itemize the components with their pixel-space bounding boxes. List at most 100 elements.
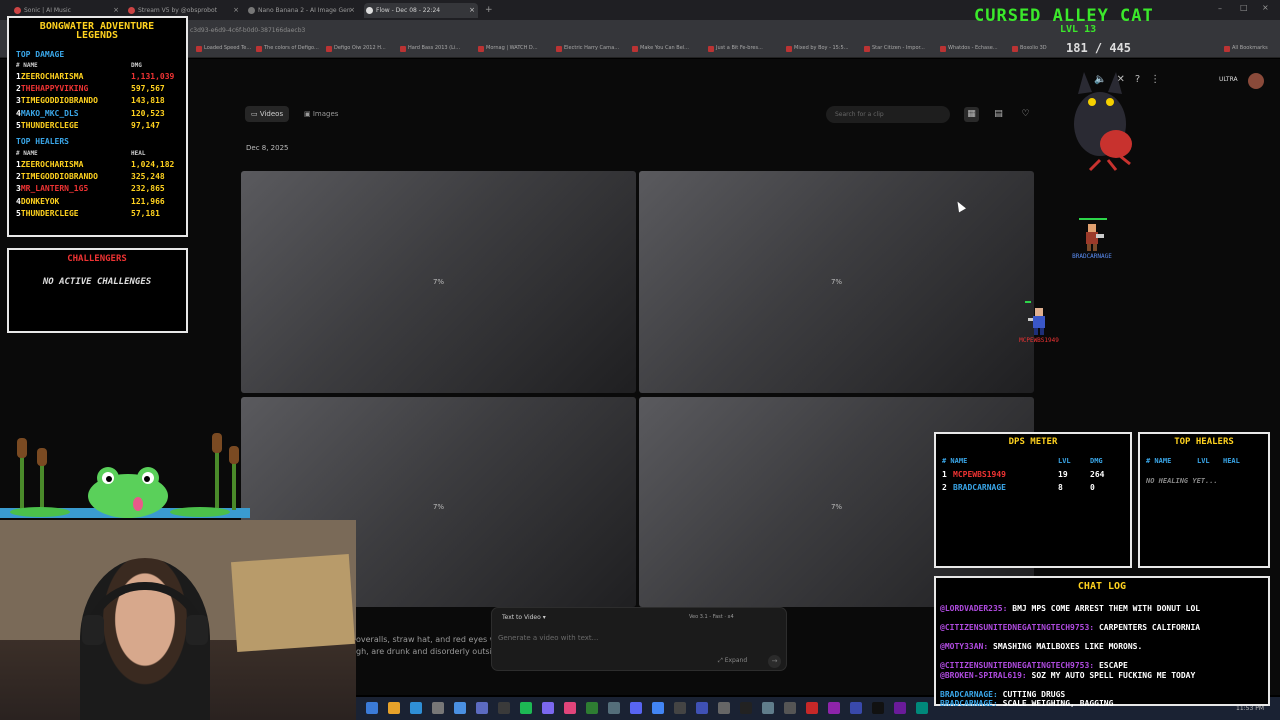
dps-meter-panel (934, 432, 1132, 568)
close-icon[interactable]: × (233, 3, 239, 18)
maximize-icon[interactable]: □ (1240, 3, 1248, 12)
taskbar-app-icon[interactable] (432, 702, 444, 714)
avatar[interactable] (1248, 73, 1264, 89)
taskbar-app-icon[interactable] (872, 702, 884, 714)
taskbar-app-icon[interactable] (718, 702, 730, 714)
expand-button[interactable]: ⤢ Expand (718, 657, 747, 665)
bookmark-item[interactable]: Electric Harry Carna... (556, 45, 619, 52)
taskbar-app-icon[interactable] (564, 702, 576, 714)
taskbar-app-icon[interactable] (410, 702, 422, 714)
column-header: # NAME (16, 62, 38, 69)
taskbar-app-icon[interactable] (476, 702, 488, 714)
dps-cell-name: MCPEWBS1949 (953, 470, 1006, 479)
leaderboard-row: 1ZEEROCHARISMA (16, 72, 84, 81)
bookmark-item[interactable]: Star Citizen - Impor... (864, 45, 925, 52)
chevron-down-icon: ▾ (542, 614, 546, 621)
column-header: DMG (131, 62, 142, 69)
progress-label: 7% (432, 278, 445, 286)
leaderboard-value: 143,818 (131, 96, 165, 106)
bookmark-item[interactable]: Mornag | WATCH D... (478, 45, 538, 52)
progress-label: 7% (432, 503, 445, 511)
bookmark-item[interactable]: Make You Can Bel... (632, 45, 689, 52)
taskbar-app-icon[interactable] (542, 702, 554, 714)
leaderboard-row: 3TIMEGODDIOBRANDO (16, 96, 98, 106)
new-tab-button[interactable]: + (482, 3, 496, 18)
taskbar-app-icon[interactable] (498, 702, 510, 714)
dps-cell-lvl: 8 (1058, 483, 1063, 492)
prompt-text: overalls, straw hat, and red eyes with g… (356, 635, 509, 656)
taskbar-app-icon[interactable] (696, 702, 708, 714)
url-field[interactable]: c3d93-e6d9-4c6f-b0d0-387166daecb3 (190, 24, 950, 38)
bookmark-item[interactable]: Whatdos - Echase... (940, 45, 998, 52)
challengers-title: CHALLENGERS (67, 254, 127, 264)
leaderboard-value: 232,865 (131, 184, 165, 194)
taskbar-app-icon[interactable] (652, 702, 664, 714)
more-icon[interactable]: ⋮ (1150, 74, 1160, 85)
column-header: HEAL (1223, 457, 1240, 465)
favorites-icon[interactable]: ♡ (1018, 107, 1033, 122)
taskbar-app-icon[interactable] (366, 702, 378, 714)
player-hp-bar (1025, 301, 1031, 303)
taskbar-app-icon[interactable] (806, 702, 818, 714)
progress-label: 7% (830, 278, 843, 286)
column-header: LVL (1058, 457, 1071, 465)
model-selector[interactable]: Veo 3.1 - Fast · x4 (689, 614, 734, 620)
dps-cell-dmg: 0 (1090, 483, 1095, 492)
chat-message: @BROKEN-SPIRAL619: SOZ MY AUTO SPELL FUC… (940, 670, 1196, 680)
bookmark-item[interactable]: Boxolio 3D (1012, 45, 1047, 52)
close-icon[interactable]: × (469, 3, 475, 18)
dps-cell-rank: 1 (942, 470, 947, 479)
empty-state: NO HEALING YET... (1146, 477, 1218, 485)
bookmark-item[interactable]: Mixed by Boy - 15:5... (786, 45, 849, 52)
video-tile[interactable]: 7% (241, 171, 636, 393)
grid-view-icon[interactable]: ▦ (964, 107, 979, 122)
taskbar-app-icon[interactable] (520, 702, 532, 714)
taskbar-app-icon[interactable] (762, 702, 774, 714)
bookmark-item[interactable]: Loaded Speed Te... (196, 45, 251, 52)
image-icon: ▣ (304, 110, 313, 118)
bookmark-item[interactable]: Defigo Oiw 2012 H... (326, 45, 386, 52)
bookmark-item[interactable]: Hard Bass 2013 (Li... (400, 45, 460, 52)
tab-images[interactable]: ▣ Images (298, 106, 344, 122)
column-header: DMG (1090, 457, 1103, 465)
taskbar-app-icon[interactable] (388, 702, 400, 714)
wall-poster (231, 553, 355, 653)
taskbar-app-icon[interactable] (916, 702, 928, 714)
tab-favicon-icon (366, 7, 373, 14)
leaderboard-row: 5THUNDERCLEGE (16, 208, 79, 218)
tab-videos[interactable]: ▭ Videos (245, 106, 290, 122)
chat-log-title: CHAT LOG (1077, 581, 1127, 592)
bookmark-item[interactable]: The colors of Defigo... (256, 45, 319, 52)
taskbar-app-icon[interactable] (740, 702, 752, 714)
search-clip-input[interactable]: Search for a clip (826, 106, 950, 123)
chat-message: @CITIZENSUNITEDNEGATINGTECH9753: ESCAPE (940, 661, 1128, 670)
taskbar-app-icon[interactable] (828, 702, 840, 714)
taskbar-app-icon[interactable] (586, 702, 598, 714)
taskbar-app-icon[interactable] (850, 702, 862, 714)
top-healers-panel (1138, 432, 1270, 568)
chat-message: @MOTY33AN: SMASHING MAILBOXES LIKE MORON… (940, 642, 1143, 651)
column-header: HEAL (131, 150, 146, 157)
prompt-input[interactable]: Generate a video with text... (498, 634, 598, 642)
taskbar-app-icon[interactable] (784, 702, 796, 714)
browser-tab[interactable]: Nano Banana 2 - AI Image Gen × (246, 3, 358, 18)
video-tile[interactable]: 7% (639, 171, 1034, 393)
plan-badge: ULTRA (1219, 76, 1238, 83)
browser-tab-active[interactable]: Flow - Dec 08 - 22:24 × (364, 3, 478, 18)
taskbar-app-icon[interactable] (454, 702, 466, 714)
taskbar-app-icon[interactable] (608, 702, 620, 714)
all-bookmarks[interactable]: All Bookmarks (1224, 45, 1268, 52)
taskbar-app-icon[interactable] (630, 702, 642, 714)
mode-dropdown[interactable]: Text to Video ▾ (502, 614, 546, 621)
window-close-icon[interactable]: × (1262, 3, 1269, 12)
minimize-icon[interactable]: – (1218, 4, 1222, 13)
taskbar-app-icon[interactable] (894, 702, 906, 714)
player-hp-bar (1079, 218, 1107, 220)
close-icon[interactable]: × (349, 3, 355, 18)
bookmark-item[interactable]: Just a Bit Fe-bres... (708, 45, 763, 52)
top-healers-title: TOP HEALERS (16, 137, 69, 146)
send-button[interactable]: → (768, 655, 781, 668)
taskbar-app-icon[interactable] (674, 702, 686, 714)
list-view-icon[interactable]: ▤ (991, 107, 1006, 122)
boss-hp: 181 / 445 (1066, 41, 1132, 55)
